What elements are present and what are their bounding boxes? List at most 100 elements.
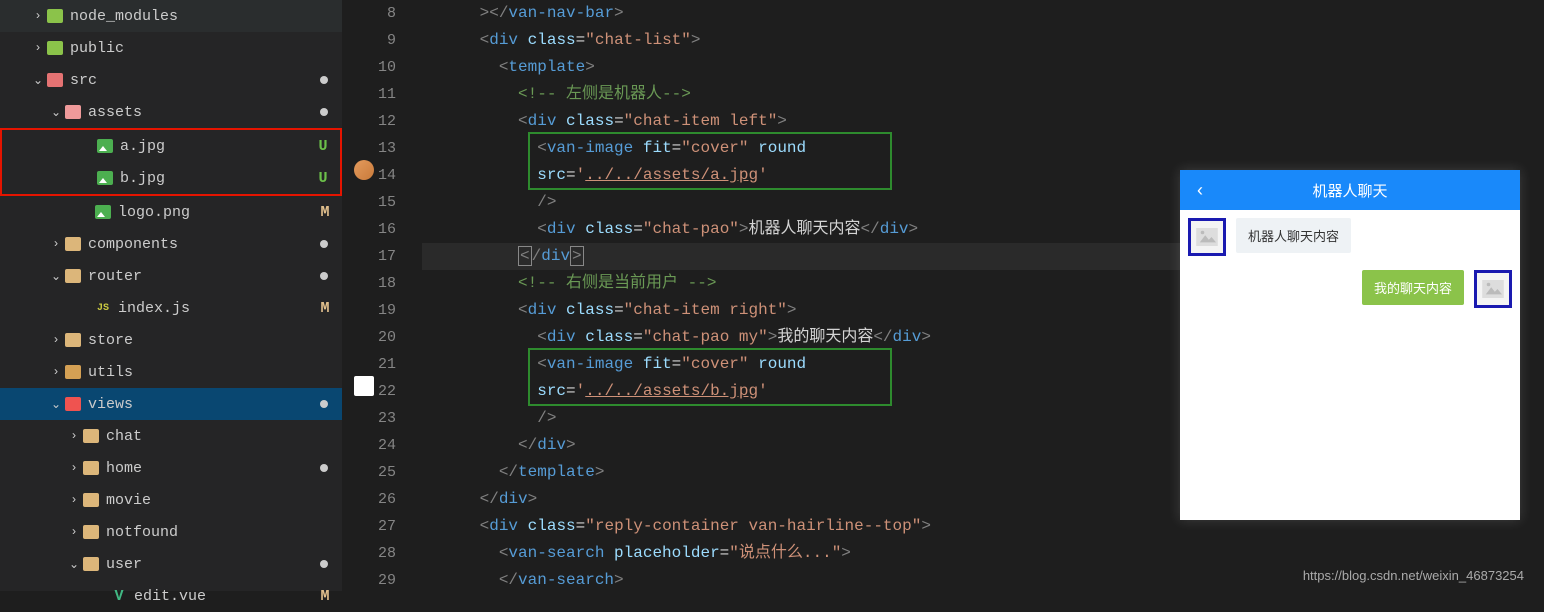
tree-item-logo-png[interactable]: logo.pngM [0,196,342,228]
chevron-icon: › [30,41,46,55]
file-icon: V [110,587,128,605]
tree-item-views[interactable]: ⌄views [0,388,342,420]
gutter-avatar-1 [354,160,374,180]
chevron-icon: ⌄ [66,557,82,572]
item-label: notfound [106,524,334,541]
file-icon [64,395,82,413]
tree-item-utils[interactable]: ›utils [0,356,342,388]
item-label: components [88,236,320,253]
item-label: index.js [118,300,316,317]
tree-item-a-jpg[interactable]: a.jpgU [2,130,340,162]
line-number: 29 [342,567,396,594]
bot-message: 机器人聊天内容 [1236,218,1351,253]
file-icon [46,39,64,57]
line-number: 24 [342,432,396,459]
file-icon [64,363,82,381]
tree-item-edit-vue[interactable]: Vedit.vueM [0,580,342,612]
line-number: 16 [342,216,396,243]
chevron-icon: › [66,525,82,539]
git-status: M [316,300,334,317]
tree-item-components[interactable]: › components [0,228,342,260]
item-label: home [106,460,320,477]
item-label: movie [106,492,334,509]
user-avatar-placeholder [1474,270,1512,308]
chevron-icon: › [48,237,64,251]
tree-item-b-jpg[interactable]: b.jpgU [2,162,340,194]
preview-navbar: ‹ 机器人聊天 [1180,170,1520,210]
tree-item-assets[interactable]: ⌄ assets [0,96,342,128]
modified-dot-icon [320,76,328,84]
tree-item-home[interactable]: › home [0,452,342,484]
tree-item-public[interactable]: ›public [0,32,342,64]
file-icon [46,7,64,25]
tree-item-chat[interactable]: ›chat [0,420,342,452]
code-line[interactable]: <van-image fit="cover" round [422,135,1504,162]
modified-dot-icon [320,240,328,248]
my-message: 我的聊天内容 [1362,270,1464,305]
item-label: a.jpg [120,138,314,155]
line-number: 12 [342,108,396,135]
item-label: assets [88,104,320,121]
file-icon [82,491,100,509]
tree-item-router[interactable]: ⌄router [0,260,342,292]
file-icon [82,459,100,477]
item-label: store [88,332,334,349]
code-line[interactable]: <van-search placeholder="说点什么..."> [422,540,1504,567]
code-line[interactable]: ></van-nav-bar> [422,0,1504,27]
back-icon[interactable]: ‹ [1180,180,1220,201]
line-number: 17 [342,243,396,270]
tree-item-user[interactable]: ⌄ user [0,548,342,580]
git-status: M [316,588,334,605]
git-status: U [314,170,332,187]
code-line[interactable]: <!-- 左侧是机器人--> [422,81,1504,108]
code-line[interactable]: <div class="chat-list"> [422,27,1504,54]
file-icon [82,427,100,445]
line-number: 28 [342,540,396,567]
code-line[interactable]: <template> [422,54,1504,81]
tree-item-store[interactable]: › store [0,324,342,356]
line-number: 13 [342,135,396,162]
gutter-avatar-2 [354,376,374,396]
chat-item-right: 我的聊天内容 [1188,270,1512,308]
tree-item-src[interactable]: ⌄ src [0,64,342,96]
preview-title: 机器人聊天 [1220,180,1520,201]
item-label: chat [106,428,334,445]
chat-list: 机器人聊天内容 我的聊天内容 [1180,210,1520,330]
file-icon: JS [94,299,112,317]
chevron-icon: › [30,9,46,23]
chevron-icon: › [66,493,82,507]
chevron-icon: ⌄ [30,73,46,88]
tree-item-movie[interactable]: › movie [0,484,342,516]
line-number: 10 [342,54,396,81]
item-label: node_modules [70,8,334,25]
line-number: 9 [342,27,396,54]
line-number: 8 [342,0,396,27]
line-number: 18 [342,270,396,297]
file-icon [64,331,82,349]
tree-item-notfound[interactable]: › notfound [0,516,342,548]
code-line[interactable]: <div class="chat-item left"> [422,108,1504,135]
line-number: 23 [342,405,396,432]
item-label: src [70,72,320,89]
modified-dot-icon [320,464,328,472]
chevron-icon: ⌄ [48,397,64,412]
line-number: 15 [342,189,396,216]
chat-item-left: 机器人聊天内容 [1188,218,1512,256]
file-icon [46,71,64,89]
app-preview: ‹ 机器人聊天 机器人聊天内容 我的聊天内容 [1180,170,1520,520]
chevron-icon: › [66,461,82,475]
tree-item-index-js[interactable]: JS index.jsM [0,292,342,324]
chevron-icon: ⌄ [48,269,64,284]
chevron-icon: › [48,333,64,347]
tree-item-node_modules[interactable]: › node_modules [0,0,342,32]
line-number: 26 [342,486,396,513]
modified-dot-icon [320,400,328,408]
file-icon [64,103,82,121]
chevron-icon: ⌄ [48,105,64,120]
file-icon [64,267,82,285]
item-label: b.jpg [120,170,314,187]
item-label: edit.vue [134,588,316,605]
item-label: user [106,556,320,573]
line-number: 21 [342,351,396,378]
git-status: M [316,204,334,221]
